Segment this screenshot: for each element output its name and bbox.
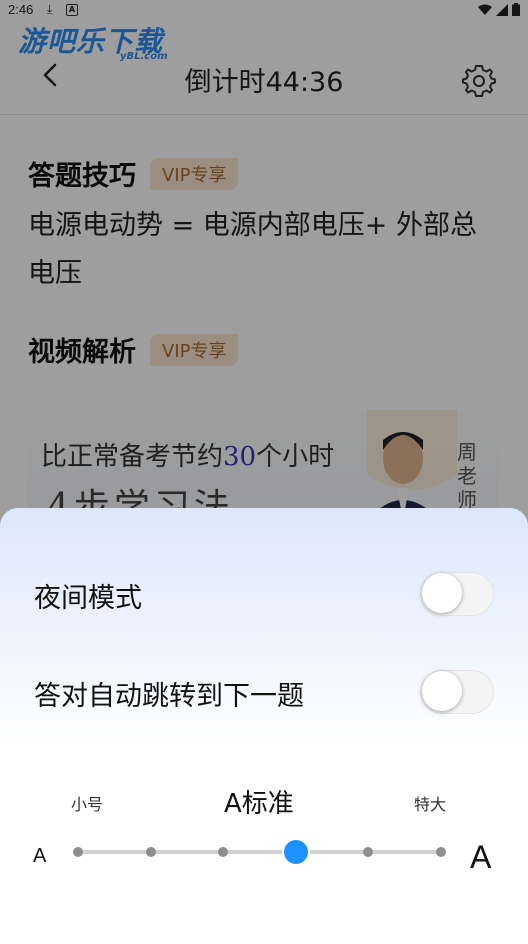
toggle-knob <box>422 573 462 613</box>
font-size-slider[interactable] <box>78 850 441 854</box>
auto-next-row: 答对自动跳转到下一题 <box>34 666 494 716</box>
font-current-label: A标准 <box>224 789 294 819</box>
app-screen: 2:46 ⤓ A 游吧乐下载 yBL.com 倒计时44:36 答题技巧 VIP… <box>0 0 528 944</box>
font-size-step-dot[interactable] <box>436 847 446 857</box>
font-size-step-dot[interactable] <box>218 847 229 857</box>
night-mode-toggle[interactable] <box>420 572 494 616</box>
auto-next-toggle[interactable] <box>420 670 494 714</box>
night-mode-label: 夜间模式 <box>34 583 142 614</box>
font-size-step-dot[interactable] <box>73 847 83 857</box>
font-size-slider-thumb[interactable] <box>283 840 308 864</box>
toggle-knob <box>422 671 462 711</box>
font-small-label: 小号 <box>71 795 104 814</box>
font-max-glyph: A <box>470 839 492 875</box>
font-size-step-dot[interactable] <box>363 847 374 857</box>
settings-sheet: 夜间模式 答对自动跳转到下一题 小号 A标准 特大 A A <box>0 508 528 944</box>
font-min-glyph: A <box>33 845 47 867</box>
font-size-slider-row: A A <box>0 833 528 875</box>
font-size-step-dot[interactable] <box>145 847 156 857</box>
font-large-label: 特大 <box>414 795 447 814</box>
night-mode-row: 夜间模式 <box>34 568 494 618</box>
font-size-labels: 小号 A标准 特大 <box>0 773 528 819</box>
auto-next-label: 答对自动跳转到下一题 <box>34 681 304 712</box>
